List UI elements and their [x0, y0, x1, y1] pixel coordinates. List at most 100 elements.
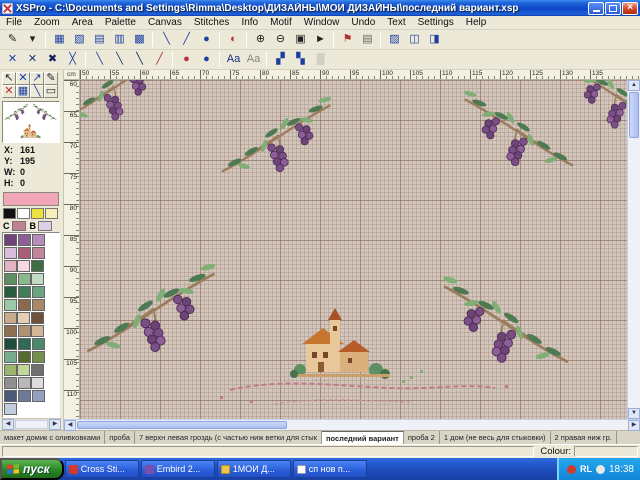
menu-item[interactable]: Stitches — [188, 16, 236, 29]
palette-swatch[interactable] — [18, 234, 31, 246]
menu-item[interactable]: Text — [381, 16, 411, 29]
back-thick-button[interactable]: ╲ — [130, 51, 149, 68]
mini-grid-button[interactable]: ▦ — [16, 85, 30, 98]
quick-swatch[interactable] — [45, 208, 58, 219]
french-knot-button[interactable]: ● — [197, 31, 216, 48]
pattern-tab[interactable]: 2 правая ниж гр. — [551, 431, 617, 444]
scroll-up-icon[interactable]: ▲ — [628, 80, 640, 91]
zoom-out-button[interactable]: ⊖ — [271, 31, 290, 48]
menu-item[interactable]: Settings — [412, 16, 460, 29]
menu-item[interactable]: Zoom — [28, 16, 66, 29]
palette-swatch[interactable] — [17, 312, 30, 324]
taskbar-button[interactable]: 1МОИ Д... — [217, 460, 291, 478]
backstitch-button[interactable]: ╲ — [157, 31, 176, 48]
palette-swatch[interactable] — [18, 325, 31, 337]
mini-frame-button[interactable]: ▭ — [44, 85, 58, 98]
font-alt-button[interactable]: Aa — [244, 51, 263, 68]
palette-swatch[interactable] — [4, 234, 17, 246]
taskbar-button[interactable]: Cross Sti... — [65, 460, 139, 478]
palette-swatch[interactable] — [4, 364, 17, 376]
mini-cross-button[interactable]: ✕ — [16, 72, 30, 85]
palette-swatch[interactable] — [32, 234, 45, 246]
language-indicator[interactable]: RL — [580, 464, 592, 474]
zoom-fit-button[interactable]: ▣ — [291, 31, 310, 48]
tray-icon[interactable] — [596, 465, 605, 474]
bead-red-button[interactable]: ● — [177, 51, 196, 68]
pencil-dropdown[interactable]: ▾ — [23, 31, 42, 48]
mini-diag-button[interactable]: ╲ — [30, 85, 44, 98]
menu-item[interactable]: Area — [66, 16, 99, 29]
palette-swatch[interactable] — [32, 351, 45, 363]
cross-small-button[interactable]: ✕ — [3, 51, 22, 68]
b-color-swatch[interactable] — [38, 221, 52, 231]
palette-swatch[interactable] — [31, 377, 44, 389]
cross-large-button[interactable]: ✖ — [43, 51, 62, 68]
back-medium-button[interactable]: ╲ — [110, 51, 129, 68]
palette-swatch[interactable] — [18, 351, 31, 363]
menu-item[interactable]: Palette — [99, 16, 142, 29]
zoom-in-button[interactable]: ⊕ — [251, 31, 270, 48]
palette-swatch[interactable] — [4, 247, 17, 259]
half-stitch-button[interactable]: ▧ — [70, 31, 89, 48]
scroll-down-icon[interactable]: ▼ — [628, 408, 640, 419]
pattern-tab[interactable]: 1 дом (не весь для стыковки) — [440, 431, 551, 444]
menu-item[interactable]: File — [0, 16, 28, 29]
palette-swatch[interactable] — [4, 351, 17, 363]
pattern-tab[interactable]: макет домик с оливковками — [0, 431, 105, 444]
back-thin-button[interactable]: ╲ — [90, 51, 109, 68]
start-button[interactable]: пуск — [0, 458, 64, 480]
pattern-fill-button[interactable]: ▒ — [311, 51, 330, 68]
mini-cross-red-button[interactable]: ✕ — [2, 85, 16, 98]
palette-swatch[interactable] — [18, 247, 31, 259]
palette-swatch[interactable] — [17, 260, 30, 272]
palette-swatch[interactable] — [18, 338, 31, 350]
palette-swatch[interactable] — [4, 390, 17, 402]
palette-swatch[interactable] — [18, 273, 31, 285]
palette-swatch[interactable] — [18, 299, 31, 311]
three-quarter-stitch-button[interactable]: ▥ — [110, 31, 129, 48]
menu-item[interactable]: Undo — [345, 16, 381, 29]
horizontal-scrollbar[interactable]: ◀ ▶ — [64, 419, 640, 430]
palette-swatch[interactable] — [4, 312, 17, 324]
pattern-tab[interactable]: последний вариант — [322, 431, 404, 444]
scroll-right-icon[interactable]: ▶ — [628, 420, 640, 431]
pattern-diag2-button[interactable]: ▚ — [291, 51, 310, 68]
palette-swatch[interactable] — [31, 312, 44, 324]
menu-item[interactable]: Info — [235, 16, 264, 29]
straight-stitch-button[interactable]: ╱ — [177, 31, 196, 48]
pattern-diag-button[interactable]: ▞ — [271, 51, 290, 68]
motif-c-button[interactable]: ◨ — [425, 31, 444, 48]
bead-blue-button[interactable]: ● — [197, 51, 216, 68]
close-button[interactable]: × — [622, 2, 638, 15]
palette-swatch[interactable] — [32, 390, 45, 402]
scroll-left-icon[interactable]: ◀ — [64, 420, 76, 431]
menu-item[interactable]: Help — [460, 16, 493, 29]
tray-app-icon[interactable] — [567, 465, 576, 474]
taskbar-button[interactable]: Embird 2... — [141, 460, 215, 478]
palette-swatch[interactable] — [4, 286, 17, 298]
palette-swatch[interactable] — [17, 364, 30, 376]
taskbar-button[interactable]: сп нов п... — [293, 460, 367, 478]
quick-swatch[interactable] — [17, 208, 30, 219]
flag-button[interactable]: ⚑ — [338, 31, 357, 48]
node-color-button[interactable]: ◐ — [224, 31, 243, 48]
palette-swatch[interactable] — [18, 286, 31, 298]
palette-scroll-track[interactable] — [15, 420, 48, 429]
palette-swatch[interactable] — [4, 260, 17, 272]
palette-scroll-right-icon[interactable]: ▶ — [49, 419, 61, 430]
vertical-scrollbar[interactable]: ▲ ▼ — [627, 80, 640, 419]
stitch-canvas[interactable] — [80, 80, 627, 419]
palette-swatch[interactable] — [32, 338, 45, 350]
palette-swatch[interactable] — [31, 325, 44, 337]
motif-a-button[interactable]: ▨ — [385, 31, 404, 48]
palette-swatch[interactable] — [18, 390, 31, 402]
pencil-button[interactable]: ✎ — [3, 31, 22, 48]
palette-swatch[interactable] — [31, 273, 44, 285]
palette-swatch[interactable] — [32, 286, 45, 298]
palette-swatch[interactable] — [31, 260, 44, 272]
quick-swatch[interactable] — [3, 208, 16, 219]
maximize-button[interactable] — [605, 2, 621, 15]
pattern-tab[interactable]: проба 2 — [404, 431, 440, 444]
motif-b-button[interactable]: ◫ — [405, 31, 424, 48]
quarter-stitch-button[interactable]: ▤ — [90, 31, 109, 48]
